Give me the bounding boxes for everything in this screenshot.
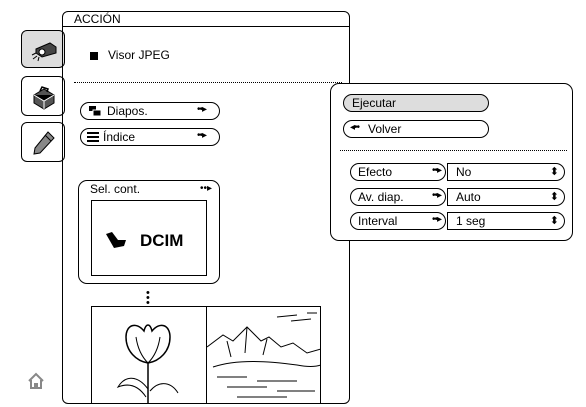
visor-jpeg-label: Visor JPEG bbox=[108, 48, 170, 62]
arrow-right-icon: ••▸ bbox=[431, 165, 442, 176]
slide-advance-value: Auto bbox=[456, 190, 481, 204]
interval-option-label[interactable]: Interval ••▸ bbox=[350, 212, 446, 230]
tab-setup[interactable] bbox=[21, 76, 65, 116]
title-divider bbox=[62, 26, 350, 27]
slide-advance-label: Av. diap. bbox=[358, 190, 404, 204]
pencil-icon bbox=[33, 131, 55, 155]
tulip-thumbnail[interactable] bbox=[92, 307, 206, 403]
landscape-thumbnail[interactable] bbox=[207, 307, 321, 403]
arrow-right-icon: ••▸ bbox=[431, 214, 442, 225]
arrow-right-icon: ••▸ bbox=[197, 104, 207, 115]
folder-select-label: Sel. cont. bbox=[90, 182, 141, 196]
dotted-divider bbox=[340, 150, 567, 151]
slide-advance-select[interactable]: Auto ⬍ bbox=[447, 188, 565, 206]
toolbox-icon bbox=[33, 86, 55, 110]
up-down-icon: ⬍ bbox=[549, 191, 559, 203]
effect-select[interactable]: No ⬍ bbox=[447, 163, 565, 181]
slideshow-icon bbox=[89, 106, 102, 117]
tab-edit[interactable] bbox=[21, 122, 65, 162]
tab-action[interactable] bbox=[21, 30, 65, 68]
up-down-icon: ⬍ bbox=[549, 166, 559, 178]
slideshow-label: Diapos. bbox=[107, 104, 148, 118]
folder-name: DCIM bbox=[140, 231, 184, 250]
index-label: Índice bbox=[103, 130, 136, 144]
arrow-right-icon: ••▸ bbox=[200, 183, 213, 194]
effect-value: No bbox=[456, 165, 472, 179]
arrow-right-icon: ••▸ bbox=[197, 130, 207, 141]
dotted-divider bbox=[74, 82, 342, 83]
slide-advance-option-label[interactable]: Av. diap. ••▸ bbox=[350, 188, 446, 206]
execute-label: Ejecutar bbox=[352, 96, 397, 110]
back-button[interactable]: ◂•• Volver bbox=[343, 120, 489, 138]
execute-button[interactable]: Ejecutar bbox=[343, 94, 489, 112]
projector-icon bbox=[31, 42, 57, 62]
arrow-left-icon: ◂•• bbox=[350, 122, 360, 133]
back-label: Volver bbox=[368, 122, 402, 136]
index-icon bbox=[87, 132, 99, 142]
more-dots-icon: • • • bbox=[146, 287, 150, 309]
slideshow-button[interactable]: Diapos. ••▸ bbox=[80, 102, 220, 120]
interval-label: Interval bbox=[358, 214, 398, 228]
panel-title: ACCIÓN bbox=[74, 12, 121, 26]
index-button[interactable]: Índice ••▸ bbox=[80, 128, 220, 146]
effect-label: Efecto bbox=[358, 165, 393, 179]
arrow-right-icon: ••▸ bbox=[431, 190, 442, 201]
folder-icon bbox=[106, 232, 126, 248]
thumbnail-divider bbox=[206, 306, 207, 404]
interval-value: 1 seg bbox=[456, 214, 486, 228]
interval-select[interactable]: 1 seg ⬍ bbox=[447, 212, 565, 230]
up-down-icon: ⬍ bbox=[549, 215, 559, 227]
effect-option-label[interactable]: Efecto ••▸ bbox=[350, 163, 446, 181]
home-icon[interactable] bbox=[27, 372, 45, 390]
bullet-square-icon bbox=[90, 52, 98, 60]
